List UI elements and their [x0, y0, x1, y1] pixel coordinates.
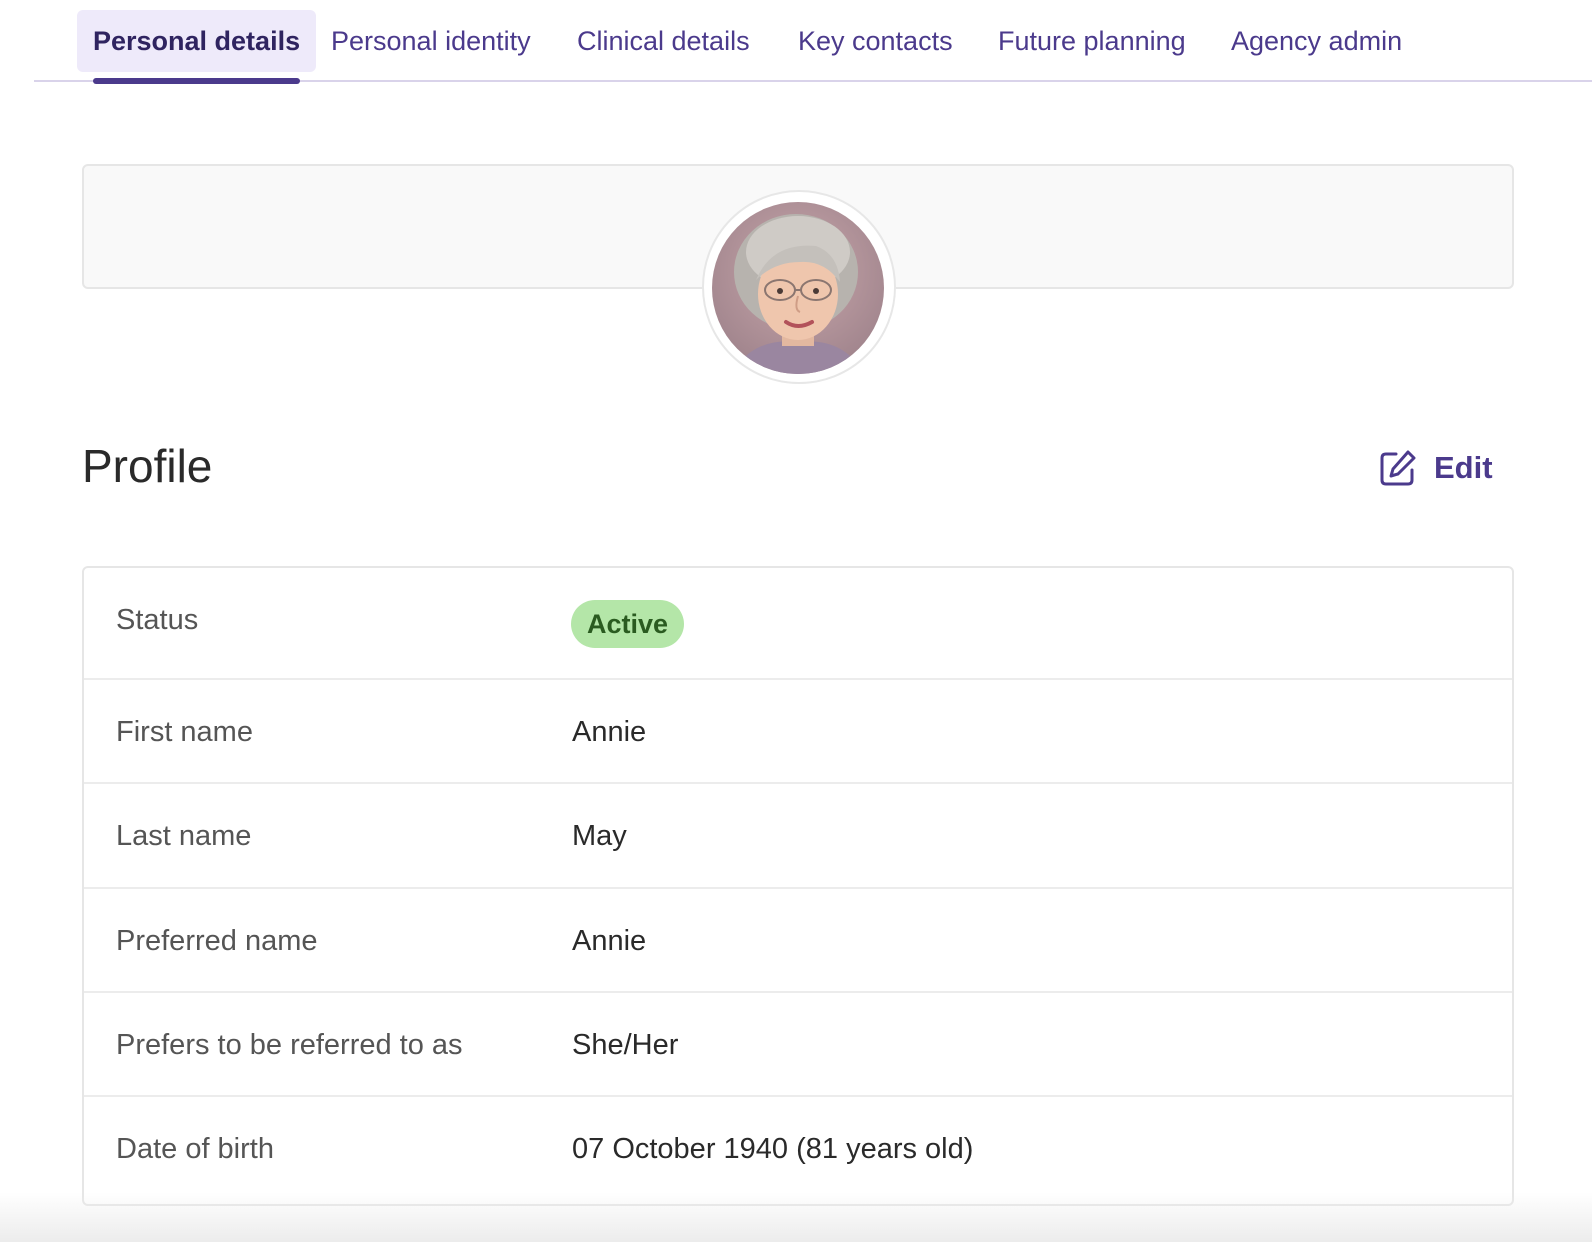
- page: Personal details Personal identity Clini…: [0, 0, 1592, 1242]
- scroll-fade: [0, 1192, 1592, 1242]
- preferred-name-row: Preferred name Annie: [84, 889, 1512, 993]
- tab-future-planning[interactable]: Future planning: [998, 10, 1186, 72]
- preferred-name-label: Preferred name: [116, 925, 318, 957]
- profile-details-table: Status Active First name Annie Last name…: [82, 566, 1514, 1206]
- avatar-photo: [712, 202, 884, 374]
- first-name-value: Annie: [572, 716, 647, 748]
- avatar[interactable]: [712, 202, 884, 374]
- tab-clinical-details[interactable]: Clinical details: [577, 10, 750, 72]
- tab-key-contacts[interactable]: Key contacts: [798, 10, 953, 72]
- preferred-name-value: Annie: [572, 925, 647, 957]
- pronouns-row: Prefers to be referred to as She/Her: [84, 993, 1512, 1097]
- date-of-birth-value: 07 October 1940 (81 years old): [572, 1133, 974, 1165]
- first-name-label: First name: [116, 716, 253, 748]
- tab-personal-identity[interactable]: Personal identity: [331, 10, 531, 72]
- edit-icon: [1380, 450, 1416, 486]
- tab-bar: Personal details Personal identity Clini…: [34, 0, 1592, 84]
- pronouns-label: Prefers to be referred to as: [116, 1029, 463, 1061]
- edit-label: Edit: [1434, 450, 1493, 485]
- status-badge: Active: [571, 600, 685, 648]
- status-row: Status Active: [84, 568, 1512, 680]
- edit-button[interactable]: Edit: [1378, 446, 1493, 490]
- last-name-label: Last name: [116, 820, 252, 852]
- tab-agency-admin[interactable]: Agency admin: [1231, 10, 1402, 72]
- page-title: Profile: [82, 440, 213, 492]
- date-of-birth-row: Date of birth 07 October 1940 (81 years …: [84, 1097, 1512, 1204]
- last-name-row: Last name May: [84, 784, 1512, 889]
- last-name-value: May: [572, 820, 627, 852]
- pronouns-value: She/Her: [572, 1029, 679, 1061]
- first-name-row: First name Annie: [84, 680, 1512, 784]
- tab-personal-details[interactable]: Personal details: [77, 10, 317, 84]
- status-label: Status: [116, 604, 199, 636]
- date-of-birth-label: Date of birth: [116, 1133, 274, 1165]
